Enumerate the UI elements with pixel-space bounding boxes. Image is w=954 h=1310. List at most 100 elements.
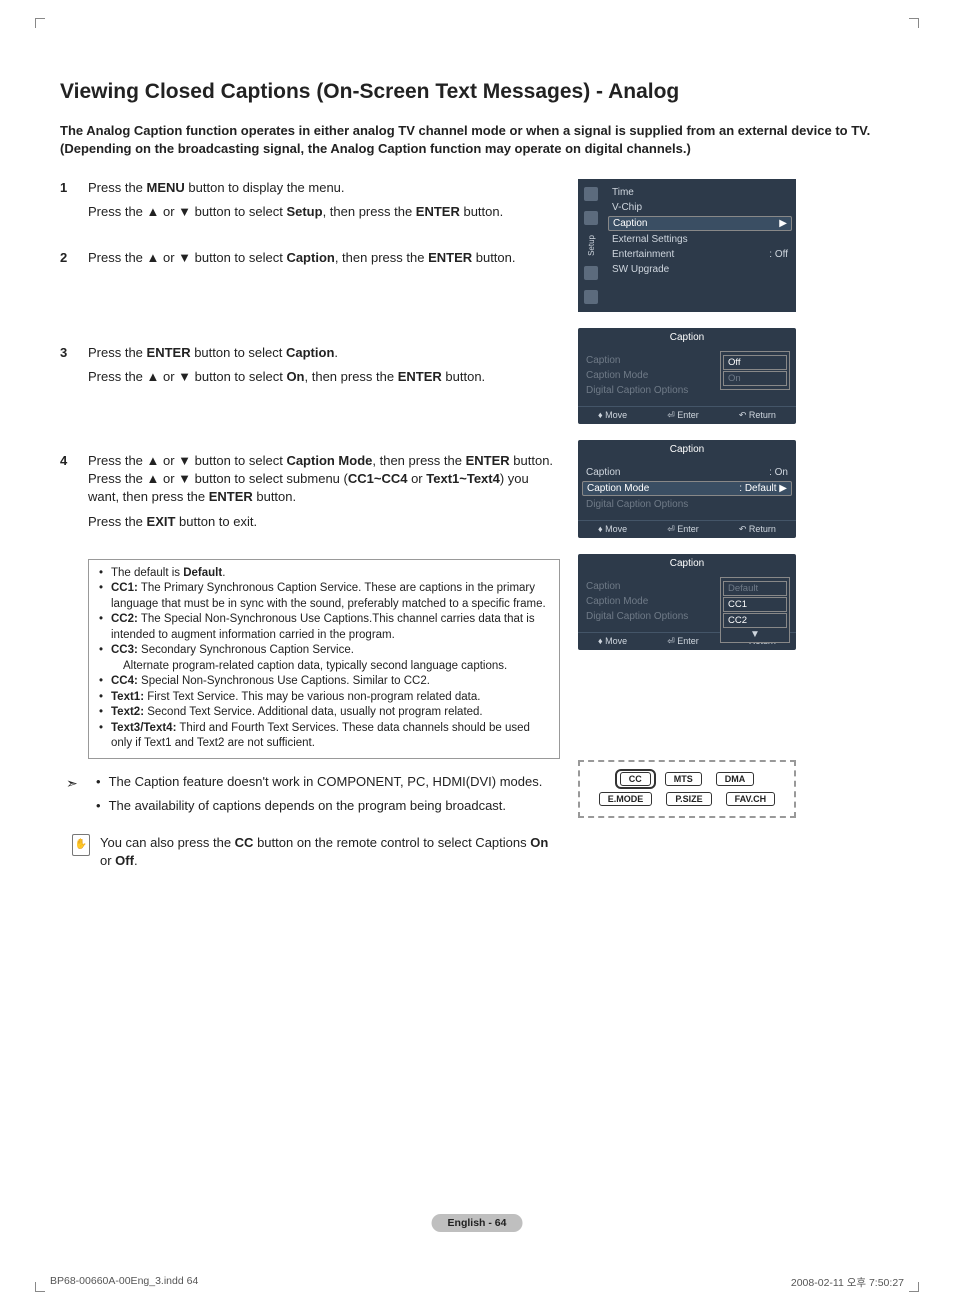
- enter-bold: ENTER: [147, 345, 191, 360]
- text: Second Text Service. Additional data, us…: [144, 706, 483, 718]
- menu-value: : Off: [769, 249, 788, 260]
- text: Press the ▲ or ▼ button to select: [88, 369, 286, 384]
- text: Secondary Synchronous Caption Service.: [138, 644, 354, 656]
- osd-setup-menu: Setup Time V-Chip Caption▶ External Sett…: [578, 179, 796, 312]
- text: , then press the: [372, 453, 465, 468]
- text: button to display the menu.: [185, 180, 345, 195]
- default-bold: Default: [183, 567, 222, 579]
- footer-move: ♦ Move: [598, 524, 627, 535]
- remote-tip: ✋ You can also press the CC button on th…: [72, 834, 560, 870]
- menu-icon: [584, 211, 598, 225]
- menu-value: : On: [769, 467, 788, 478]
- menu-item: Digital Caption Options: [586, 499, 688, 510]
- footer-move: ♦ Move: [598, 410, 627, 421]
- menu-item: SW Upgrade: [612, 264, 669, 275]
- step-number: 1: [60, 179, 74, 227]
- cc-range-bold: CC1~CC4: [348, 471, 408, 486]
- remote-emode-button: E.MODE: [599, 792, 653, 806]
- menu-item: Caption Mode: [586, 596, 648, 607]
- text: , then press the: [335, 250, 428, 265]
- menu-item-selected: Caption Mode: [587, 483, 649, 494]
- text-range-bold: Text1~Text4: [426, 471, 500, 486]
- footer-enter: ⏎ Enter: [667, 636, 699, 647]
- footer-enter: ⏎ Enter: [667, 524, 699, 535]
- menu-item: Caption: [586, 467, 620, 478]
- caption-mode-bold: Caption Mode: [286, 453, 372, 468]
- note-arrow-icon: ➣: [66, 773, 84, 793]
- cc2-bold: CC2:: [111, 613, 138, 625]
- on-bold: On: [286, 369, 304, 384]
- text: Press the: [88, 345, 147, 360]
- menu-item: Entertainment: [612, 249, 674, 260]
- remote-mts-button: MTS: [665, 772, 702, 786]
- text34-bold: Text3/Text4:: [111, 722, 176, 734]
- text: The default is: [111, 567, 183, 579]
- note-1: The Caption feature doesn't work in COMP…: [109, 773, 543, 793]
- page-number-chip: English - 64: [432, 1214, 523, 1232]
- setup-side-label: Setup: [587, 235, 596, 256]
- text: button.: [460, 204, 503, 219]
- text: Special Non-Synchronous Use Captions. Si…: [138, 675, 430, 687]
- osd-caption-mode-list: Caption Caption Caption Mode Digital Cap…: [578, 554, 796, 650]
- remote-cc-button: CC: [620, 772, 651, 786]
- cc-bold: CC: [235, 835, 254, 850]
- remote-favch-button: FAV.CH: [726, 792, 776, 806]
- text: button.: [472, 250, 515, 265]
- step-number: 3: [60, 344, 74, 392]
- setup-bold: Setup: [286, 204, 322, 219]
- off-bold: Off: [115, 853, 134, 868]
- dropdown-option: Default: [723, 581, 787, 596]
- right-column: Setup Time V-Chip Caption▶ External Sett…: [578, 179, 894, 870]
- footer-enter: ⏎ Enter: [667, 410, 699, 421]
- dropdown-list: Default CC1 CC2 ▼: [720, 577, 790, 643]
- remote-hand-icon: ✋: [72, 834, 90, 856]
- cc1-bold: CC1:: [111, 582, 138, 594]
- on-bold: On: [530, 835, 548, 850]
- cc4-bold: CC4:: [111, 675, 138, 687]
- menu-item-selected: Caption: [613, 218, 647, 229]
- enter-bold: ENTER: [209, 489, 253, 504]
- dropdown-option: On: [723, 371, 787, 386]
- footer-file-info: BP68-00660A-00Eng_3.indd 64: [50, 1275, 198, 1290]
- dropdown-option: CC2: [723, 613, 787, 628]
- osd-title: Caption: [578, 440, 796, 459]
- text: or: [100, 853, 115, 868]
- text: First Text Service. This may be various …: [144, 691, 480, 703]
- dropdown-option: CC1: [723, 597, 787, 612]
- caption-definitions-box: •The default is Default. •CC1: The Prima…: [88, 559, 560, 759]
- footer-timestamp: 2008-02-11 오후 7:50:27: [791, 1275, 904, 1290]
- text: .: [134, 853, 138, 868]
- enter-bold: ENTER: [428, 250, 472, 265]
- menu-bold: MENU: [147, 180, 185, 195]
- remote-dma-button: DMA: [716, 772, 755, 786]
- text: Press the ▲ or ▼ button to select: [88, 204, 286, 219]
- step-number: 2: [60, 249, 74, 273]
- text: button.: [442, 369, 485, 384]
- step-3: 3 Press the ENTER button to select Capti…: [60, 344, 560, 392]
- chevron-right-icon: ▶: [779, 218, 787, 229]
- menu-item: Caption Mode: [586, 370, 648, 381]
- dropdown-option: Off: [723, 355, 787, 370]
- notes-block: ➣• The Caption feature doesn't work in C…: [88, 773, 560, 816]
- menu-icon: [584, 290, 598, 304]
- osd-caption-mode: Caption Caption: On Caption Mode: Defaul…: [578, 440, 796, 538]
- osd-title: Caption: [578, 328, 796, 347]
- chevron-down-icon: ▼: [723, 629, 787, 640]
- enter-bold: ENTER: [466, 453, 510, 468]
- text: The Special Non-Synchronous Use Captions…: [111, 613, 535, 641]
- text: .: [222, 567, 225, 579]
- text: button to select: [191, 345, 286, 360]
- dropdown-list: Off On: [720, 351, 790, 390]
- text: , then press the: [305, 369, 398, 384]
- footer-return: ↶ Return: [739, 410, 776, 421]
- enter-bold: ENTER: [398, 369, 442, 384]
- step-2: 2 Press the ▲ or ▼ button to select Capt…: [60, 249, 560, 273]
- page-title: Viewing Closed Captions (On-Screen Text …: [60, 80, 894, 104]
- text1-bold: Text1:: [111, 691, 144, 703]
- intro-text: The Analog Caption function operates in …: [60, 122, 894, 157]
- text: button.: [253, 489, 296, 504]
- osd-title: Caption: [578, 554, 796, 573]
- step-number: 4: [60, 452, 74, 537]
- chevron-right-icon: ▶: [779, 483, 787, 494]
- menu-item: V-Chip: [612, 202, 642, 213]
